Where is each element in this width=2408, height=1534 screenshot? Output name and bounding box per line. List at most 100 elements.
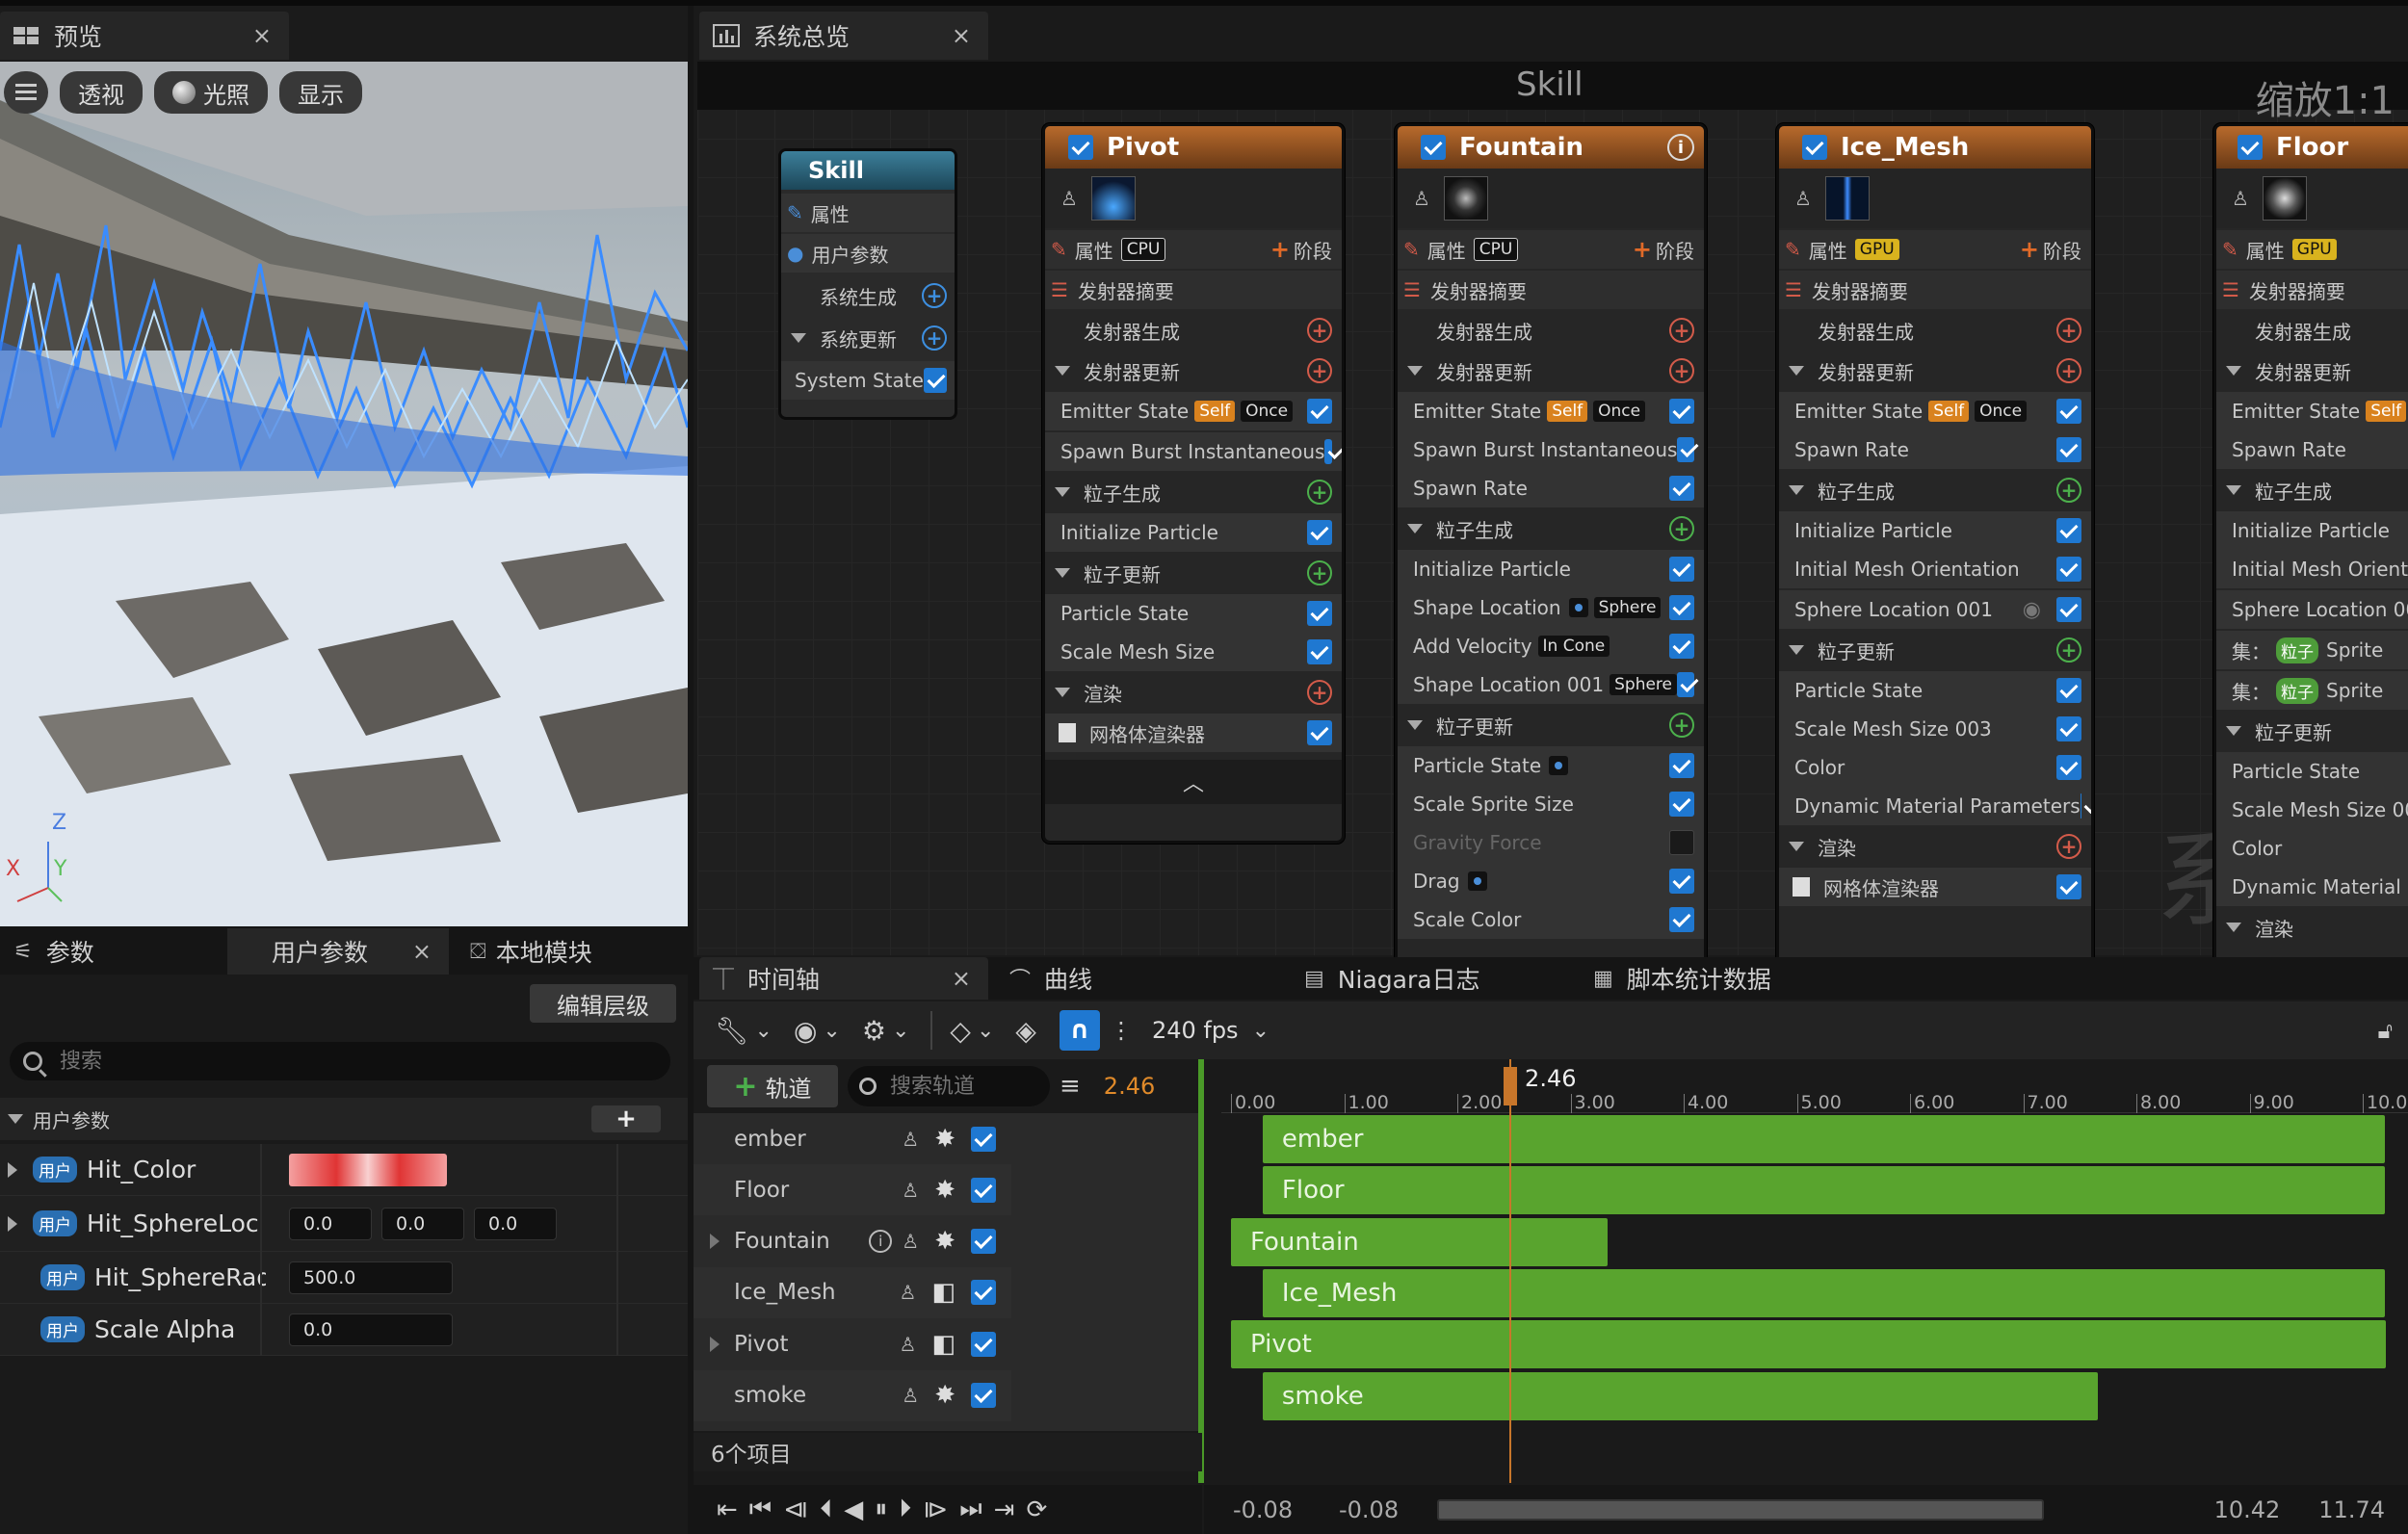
search-input[interactable]: [60, 1049, 638, 1074]
close-icon[interactable]: ×: [252, 22, 272, 49]
track-bar[interactable]: Ice_Mesh: [1262, 1268, 2386, 1317]
preview-tab[interactable]: 预览 ×: [0, 12, 289, 60]
ice-mesh-particle-spawn-row[interactable]: 粒子生成 +: [1779, 471, 2091, 509]
collapse-icon[interactable]: [2226, 923, 2241, 932]
next-frame-icon[interactable]: ⧐: [923, 1495, 948, 1524]
step-back-icon[interactable]: ⏴: [820, 1495, 832, 1524]
emitter-enabled-checkbox[interactable]: [1802, 135, 1827, 160]
fountain-module-emitter-state[interactable]: Emitter State Self Once: [1398, 392, 1704, 430]
add-module-icon[interactable]: +: [1307, 358, 1332, 383]
ice-mesh-particle-update-row[interactable]: 粒子更新 +: [1779, 631, 2091, 669]
more-icon[interactable]: ⋮: [1110, 1017, 1133, 1044]
hit-sphere-loc-x-field[interactable]: 0.0: [289, 1208, 372, 1240]
module-enabled-checkbox[interactable]: [1669, 830, 1694, 855]
fountain-module-spawn-rate[interactable]: Spawn Rate: [1398, 469, 1704, 507]
floor-particle-update-row[interactable]: 粒子更新: [2216, 712, 2408, 750]
module-enabled-checkbox[interactable]: [2056, 678, 2081, 703]
collapse-icon[interactable]: [1055, 366, 1070, 376]
fountain-module-scale-sprite[interactable]: Scale Sprite Size: [1398, 785, 1704, 823]
module-enabled-checkbox[interactable]: [1669, 907, 1694, 932]
fountain-module-particle-state[interactable]: Particle State: [1398, 746, 1704, 785]
preview-viewport[interactable]: Z X Y 透视 光照 显示: [0, 62, 688, 926]
expand-icon[interactable]: [8, 1161, 17, 1178]
add-track-button[interactable]: + 轨道: [707, 1065, 838, 1107]
ice-mesh-module-sphere-location[interactable]: Sphere Location 001 ◉: [1779, 590, 2091, 629]
module-enabled-checkbox[interactable]: [2056, 755, 2081, 780]
param-row-hit-sphere-loc[interactable]: 用户 Hit_SphereLoc 0.0 0.0 0.0: [0, 1196, 688, 1252]
add-stage-icon[interactable]: +: [1270, 236, 1290, 263]
module-enabled-checkbox[interactable]: [1307, 399, 1332, 424]
skill-system-update-row[interactable]: 系统更新 +: [781, 319, 955, 357]
fountain-module-drag[interactable]: Drag: [1398, 862, 1704, 900]
track-list-splitter[interactable]: [1198, 1059, 1204, 1483]
snap-button[interactable]: ∩: [1059, 1010, 1100, 1051]
play-end[interactable]: 10.42: [2214, 1496, 2281, 1523]
track-search[interactable]: [848, 1066, 1050, 1106]
info-icon[interactable]: i: [1667, 134, 1694, 161]
loop-icon[interactable]: ⟳: [1026, 1495, 1047, 1524]
module-enabled-checkbox[interactable]: [2056, 557, 2081, 582]
pivot-module-scale-mesh[interactable]: Scale Mesh Size: [1045, 633, 1342, 671]
close-icon[interactable]: ×: [952, 22, 971, 49]
module-enabled-checkbox[interactable]: [1669, 753, 1694, 778]
track-bar[interactable]: Pivot: [1231, 1320, 2386, 1369]
module-enabled-checkbox[interactable]: [2056, 437, 2081, 462]
local-module-tab[interactable]: ⛋ 本地模块: [457, 928, 688, 975]
pivot-module-particle-state[interactable]: Particle State: [1045, 594, 1342, 633]
collapse-icon[interactable]: [791, 333, 806, 343]
add-module-icon[interactable]: +: [1669, 713, 1694, 738]
floor-module-dynamic-material[interactable]: Dynamic Material P: [2216, 868, 2408, 906]
ice-mesh-emitter-update-row[interactable]: 发射器更新 +: [1779, 351, 2091, 390]
chevron-down-icon[interactable]: ⌄: [892, 1019, 909, 1043]
add-module-icon[interactable]: +: [1307, 560, 1332, 585]
floor-header[interactable]: Floor: [2216, 126, 2408, 169]
floor-particle-spawn-row[interactable]: 粒子生成: [2216, 471, 2408, 509]
track-row[interactable]: smoke ♙ ✸: [694, 1369, 1011, 1421]
overview-tab[interactable]: 系统总览 ×: [699, 12, 988, 60]
chevron-down-icon[interactable]: ⌄: [823, 1019, 840, 1043]
prev-key-icon[interactable]: ⏮: [749, 1495, 772, 1524]
chevron-down-icon[interactable]: ⌄: [1252, 1019, 1269, 1043]
isolate-icon[interactable]: ♙: [902, 1179, 919, 1202]
collapse-icon[interactable]: [1407, 720, 1423, 730]
add-module-icon[interactable]: +: [1307, 318, 1332, 343]
show-button[interactable]: 显示: [279, 71, 362, 114]
enabled-checkbox[interactable]: [923, 368, 947, 393]
expand-icon[interactable]: [701, 1234, 728, 1250]
close-icon[interactable]: ×: [412, 938, 432, 965]
track-enabled-checkbox[interactable]: [971, 1331, 996, 1357]
perspective-button[interactable]: 透视: [60, 71, 143, 114]
add-module-icon[interactable]: +: [1669, 358, 1694, 383]
range-scrollbar[interactable]: [1437, 1498, 2044, 1521]
track-row[interactable]: Ice_Mesh ♙ ◧: [694, 1266, 1011, 1318]
track-bar[interactable]: Floor: [1262, 1166, 2386, 1215]
floor-summary-row[interactable]: ☰ 发射器摘要: [2216, 271, 2408, 309]
add-stage-label[interactable]: 阶段: [1294, 236, 1332, 264]
params-search[interactable]: [10, 1042, 670, 1080]
collapse-icon[interactable]: [1407, 524, 1423, 533]
fountain-emitter-spawn-row[interactable]: 发射器生成 +: [1398, 311, 1704, 350]
close-icon[interactable]: ×: [952, 965, 971, 992]
module-enabled-checkbox[interactable]: [1677, 672, 1694, 697]
module-enabled-checkbox[interactable]: [1669, 557, 1694, 582]
pivot-module-emitter-state[interactable]: Emitter State Self Once: [1045, 392, 1342, 430]
add-module-icon[interactable]: +: [2056, 834, 2081, 859]
floor-module-sphere-location[interactable]: Sphere Location 00: [2216, 590, 2408, 629]
emitter-enabled-checkbox[interactable]: [2238, 135, 2263, 160]
add-stage-icon[interactable]: +: [2020, 236, 2039, 263]
module-enabled-checkbox[interactable]: [1669, 869, 1694, 894]
fountain-particle-spawn-row[interactable]: 粒子生成 +: [1398, 509, 1704, 548]
floor-render-row[interactable]: 渲染: [2216, 908, 2408, 947]
current-time[interactable]: 2.46: [1104, 1073, 1155, 1100]
isolate-icon[interactable]: ♙: [899, 1281, 916, 1304]
collapse-icon[interactable]: [1055, 487, 1070, 497]
fountain-module-shape-location-001[interactable]: Shape Location 001 Sphere: [1398, 665, 1704, 704]
pivot-particle-update-row[interactable]: 粒子更新 +: [1045, 554, 1342, 592]
fountain-particle-update-row[interactable]: 粒子更新 +: [1398, 706, 1704, 744]
track-enabled-checkbox[interactable]: [971, 1177, 996, 1203]
track-bar[interactable]: ember: [1262, 1115, 2386, 1163]
track-enabled-checkbox[interactable]: [971, 1383, 996, 1408]
skill-system-spawn-row[interactable]: 系统生成 +: [781, 276, 955, 315]
floor-emitter-update-row[interactable]: 发射器更新: [2216, 351, 2408, 390]
add-module-icon[interactable]: +: [922, 283, 947, 308]
